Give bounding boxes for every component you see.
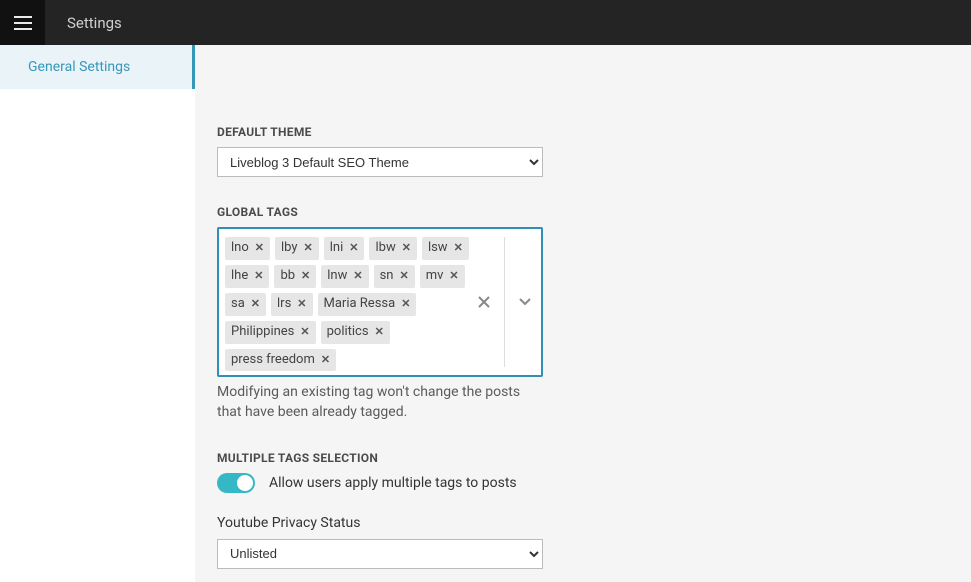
tag-chip-label: politics — [327, 324, 369, 341]
tag-chip: lby ✕ — [275, 237, 319, 260]
topbar: Settings — [0, 0, 971, 45]
content: DEFAULT THEME Liveblog 3 Default SEO The… — [195, 45, 971, 582]
remove-tag-button[interactable]: ✕ — [301, 269, 310, 283]
tag-chip: lnw ✕ — [321, 265, 368, 288]
tag-chip-label: lnw — [327, 268, 347, 285]
chevron-down-icon — [519, 298, 531, 306]
tag-chip: politics ✕ — [321, 321, 390, 344]
remove-tag-button[interactable]: ✕ — [449, 269, 458, 283]
tag-chip-label: lrs — [277, 296, 291, 313]
tag-chip: mv ✕ — [420, 265, 465, 288]
remove-tag-button[interactable]: ✕ — [402, 241, 411, 255]
remove-tag-button[interactable]: ✕ — [254, 269, 263, 283]
tag-chip: Maria Ressa ✕ — [318, 293, 417, 316]
toggle-knob — [237, 475, 253, 491]
close-icon — [478, 296, 490, 308]
tag-chip-container: lno✕lby✕lni✕lbw✕lsw✕lhe✕bb✕lnw✕sn✕mv✕sa✕… — [219, 229, 476, 375]
menu-button[interactable] — [0, 0, 45, 45]
settings-section: DEFAULT THEME Liveblog 3 Default SEO The… — [217, 125, 737, 569]
remove-tag-button[interactable]: ✕ — [251, 297, 260, 311]
tag-chip: bb ✕ — [274, 265, 316, 288]
hamburger-icon — [14, 16, 32, 30]
tag-chip-label: bb — [280, 268, 295, 285]
tag-chip: lbw ✕ — [369, 237, 416, 260]
clear-tags-button[interactable] — [476, 294, 492, 310]
tag-chip-label: lni — [330, 240, 344, 257]
remove-tag-button[interactable]: ✕ — [304, 241, 313, 255]
remove-tag-button[interactable]: ✕ — [401, 297, 410, 311]
tag-chip: press freedom ✕ — [225, 349, 336, 372]
tag-chip-label: lhe — [231, 268, 248, 285]
default-theme-label: DEFAULT THEME — [217, 125, 737, 139]
youtube-privacy-label: Youtube Privacy Status — [217, 515, 737, 531]
sidebar-item-general-settings[interactable]: General Settings — [0, 45, 195, 89]
remove-tag-button[interactable]: ✕ — [255, 241, 264, 255]
remove-tag-button[interactable]: ✕ — [321, 353, 330, 367]
tag-chip-label: Maria Ressa — [324, 296, 396, 313]
tag-chip-label: Philippines — [231, 324, 294, 341]
remove-tag-button[interactable]: ✕ — [353, 269, 362, 283]
tag-chip: lno ✕ — [225, 237, 270, 260]
page-title: Settings — [45, 14, 122, 32]
youtube-privacy-select[interactable]: Unlisted — [217, 539, 543, 569]
tags-dropdown-button[interactable] — [517, 294, 533, 310]
tag-chip: sa ✕ — [225, 293, 266, 316]
default-theme-select[interactable]: Liveblog 3 Default SEO Theme — [217, 147, 543, 177]
global-tags-label: GLOBAL TAGS — [217, 205, 737, 219]
remove-tag-button[interactable]: ✕ — [454, 241, 463, 255]
tag-chip-label: sa — [231, 296, 245, 313]
tag-chip-label: lsw — [428, 240, 448, 257]
tagbox-controls — [476, 229, 541, 375]
tag-chip-label: mv — [426, 268, 444, 285]
tag-chip: lrs ✕ — [271, 293, 313, 316]
remove-tag-button[interactable]: ✕ — [349, 241, 358, 255]
tag-chip-label: lby — [281, 240, 298, 257]
remove-tag-button[interactable]: ✕ — [300, 325, 309, 339]
tag-chip: lhe ✕ — [225, 265, 269, 288]
multiple-tags-row: Allow users apply multiple tags to posts — [217, 473, 737, 493]
multiple-tags-label: MULTIPLE TAGS SELECTION — [217, 451, 737, 465]
global-tags-input[interactable]: lno✕lby✕lni✕lbw✕lsw✕lhe✕bb✕lnw✕sn✕mv✕sa✕… — [217, 227, 543, 377]
tag-chip: sn ✕ — [374, 265, 415, 288]
sidebar: General Settings — [0, 45, 195, 582]
sidebar-item-label: General Settings — [28, 59, 130, 75]
multiple-tags-toggle-label: Allow users apply multiple tags to posts — [269, 475, 517, 491]
tag-chip-label: lno — [231, 240, 249, 257]
tag-chip: Philippines ✕ — [225, 321, 316, 344]
remove-tag-button[interactable]: ✕ — [375, 325, 384, 339]
multiple-tags-toggle[interactable] — [217, 473, 255, 493]
divider — [504, 237, 505, 367]
tag-chip-label: lbw — [375, 240, 395, 257]
tag-chip: lsw ✕ — [422, 237, 469, 260]
tag-chip-label: sn — [380, 268, 394, 285]
global-tags-hint: Modifying an existing tag won't change t… — [217, 383, 543, 422]
tag-chip-label: press freedom — [231, 352, 315, 369]
tag-chip: lni ✕ — [324, 237, 365, 260]
remove-tag-button[interactable]: ✕ — [399, 269, 408, 283]
remove-tag-button[interactable]: ✕ — [297, 297, 306, 311]
main: General Settings DEFAULT THEME Liveblog … — [0, 45, 971, 582]
